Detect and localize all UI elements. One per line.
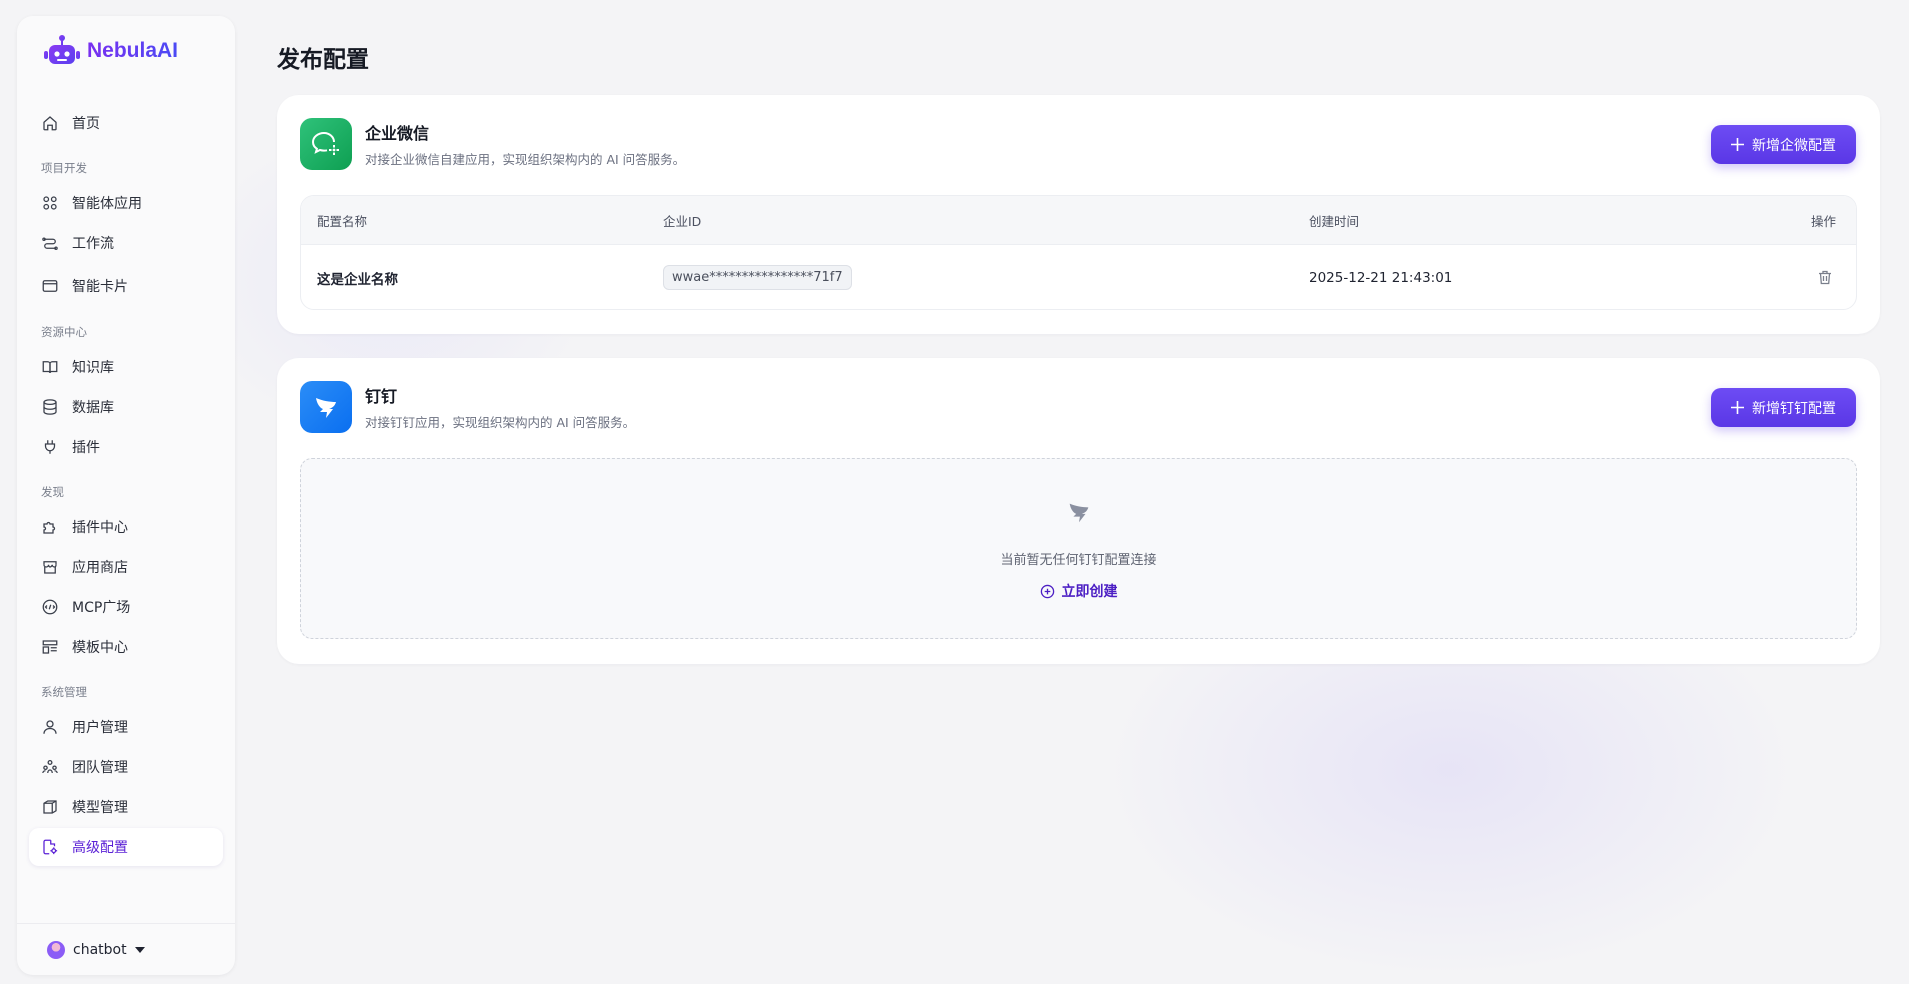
sidebar-item-cards[interactable]: 智能卡片	[29, 267, 223, 305]
dingtalk-logo	[300, 381, 352, 433]
settings-file-icon	[43, 839, 58, 855]
dingtalk-card: 钉钉 对接钉钉应用，实现组织架构内的 AI 问答服务。 新增钉钉配置 当前暂无任…	[277, 358, 1880, 664]
brand-logo[interactable]: NebulaAI	[43, 34, 178, 68]
dingtalk-icon	[316, 398, 336, 418]
sidebar-item-knowledge[interactable]: 知识库	[29, 348, 223, 386]
add-dingtalk-config-label: 新增钉钉配置	[1752, 400, 1836, 417]
section-label-system: 系统管理	[41, 685, 87, 699]
database-icon	[43, 399, 57, 415]
config-name-cell: 这是企业名称	[317, 271, 398, 288]
sidebar-item-home[interactable]: 首页	[29, 104, 223, 142]
team-icon	[42, 759, 58, 774]
sidebar-item-label: MCP广场	[72, 600, 131, 616]
username: chatbot	[73, 941, 127, 958]
wecom-logo	[300, 118, 352, 170]
wecom-title: 企业微信	[365, 124, 430, 143]
sidebar-item-plugin-center[interactable]: 插件中心	[29, 508, 223, 546]
section-label-dev: 项目开发	[41, 161, 87, 175]
sidebar-item-advanced[interactable]: 高级配置	[29, 828, 223, 866]
sidebar-item-agents[interactable]: 智能体应用	[29, 184, 223, 222]
created-time-cell: 2025-12-21 21:43:01	[1309, 269, 1453, 286]
robot-logo-icon	[44, 35, 80, 64]
delete-button[interactable]	[1818, 245, 1832, 309]
column-header-corp-id: 企业ID	[663, 213, 702, 229]
add-wecom-config-button[interactable]: 新增企微配置	[1711, 125, 1856, 164]
sidebar-item-label: 数据库	[72, 400, 114, 416]
dingtalk-description: 对接钉钉应用，实现组织架构内的 AI 问答服务。	[365, 415, 636, 430]
trash-icon	[1819, 270, 1831, 285]
sidebar-item-label: 首页	[72, 116, 100, 132]
sidebar-item-app-store[interactable]: 应用商店	[29, 548, 223, 586]
cube-icon	[43, 800, 57, 814]
create-now-link[interactable]: 立即创建	[1040, 581, 1118, 601]
wecom-config-table: 配置名称 企业ID 创建时间 操作 这是企业名称 wwae***********…	[300, 195, 1857, 310]
sidebar-item-label: 用户管理	[72, 720, 128, 736]
column-header-created: 创建时间	[1309, 213, 1360, 229]
sidebar-item-label: 智能体应用	[72, 196, 142, 212]
wecom-header: 企业微信 对接企业微信自建应用，实现组织架构内的 AI 问答服务。	[300, 118, 685, 170]
plus-icon	[1731, 401, 1744, 414]
user-icon	[43, 720, 57, 734]
table-row: 这是企业名称 wwae****************71f7 2025-12-…	[301, 244, 1856, 309]
sidebar-item-plugins[interactable]: 插件	[29, 428, 223, 466]
add-wecom-config-label: 新增企微配置	[1752, 137, 1836, 154]
workflow-icon	[42, 237, 58, 251]
wecom-icon	[311, 132, 339, 155]
grid-circles-icon	[43, 196, 57, 210]
sidebar-item-users[interactable]: 用户管理	[29, 708, 223, 746]
create-now-label: 立即创建	[1061, 584, 1118, 600]
plug-icon	[44, 440, 56, 454]
dingtalk-placeholder-icon	[1069, 503, 1088, 523]
sidebar: NebulaAI 首页 项目开发 智能体应用 工作流 智能卡片 资源中心 知识库…	[17, 16, 235, 975]
column-header-name: 配置名称	[317, 213, 368, 229]
sidebar-item-label: 插件中心	[72, 520, 128, 536]
avatar	[47, 940, 65, 959]
template-icon	[42, 640, 58, 654]
sidebar-item-models[interactable]: 模型管理	[29, 788, 223, 826]
sidebar-item-label: 模型管理	[72, 800, 128, 816]
dingtalk-empty-state: 当前暂无任何钉钉配置连接 立即创建	[300, 458, 1857, 639]
mcp-icon	[42, 599, 58, 615]
sidebar-item-label: 知识库	[72, 360, 114, 376]
section-label-discover: 发现	[41, 485, 64, 499]
brand-name: NebulaAI	[87, 39, 179, 62]
corp-id-cell: wwae****************71f7	[663, 245, 852, 309]
corp-id-chip: wwae****************71f7	[663, 265, 852, 290]
plus-circle-icon	[1040, 584, 1054, 598]
sidebar-item-teams[interactable]: 团队管理	[29, 748, 223, 786]
home-icon	[43, 116, 57, 131]
wecom-card: 企业微信 对接企业微信自建应用，实现组织架构内的 AI 问答服务。 新增企微配置…	[277, 95, 1880, 334]
table-header: 配置名称 企业ID 创建时间 操作	[301, 196, 1856, 244]
sidebar-item-label: 团队管理	[72, 760, 128, 776]
user-menu[interactable]: chatbot	[17, 923, 235, 975]
book-open-icon	[42, 361, 58, 374]
section-label-resources: 资源中心	[41, 325, 87, 339]
add-dingtalk-config-button[interactable]: 新增钉钉配置	[1711, 388, 1856, 427]
sidebar-item-label: 工作流	[72, 236, 114, 252]
sidebar-item-label: 智能卡片	[72, 279, 128, 295]
card-icon	[42, 280, 58, 292]
wecom-description: 对接企业微信自建应用，实现组织架构内的 AI 问答服务。	[365, 152, 686, 167]
sidebar-item-label: 模板中心	[72, 640, 128, 656]
page-title: 发布配置	[277, 47, 369, 73]
sidebar-item-mcp[interactable]: MCP广场	[29, 588, 223, 626]
sidebar-item-workflow[interactable]: 工作流	[29, 224, 223, 262]
sidebar-item-label: 高级配置	[72, 840, 128, 856]
plus-icon	[1731, 138, 1744, 151]
dingtalk-title: 钉钉	[365, 387, 398, 406]
store-icon	[43, 561, 57, 574]
sidebar-item-templates[interactable]: 模板中心	[29, 628, 223, 666]
empty-state-text: 当前暂无任何钉钉配置连接	[1000, 553, 1157, 568]
dingtalk-header: 钉钉 对接钉钉应用，实现组织架构内的 AI 问答服务。	[300, 381, 635, 433]
sidebar-item-label: 插件	[72, 440, 100, 456]
puzzle-icon	[43, 521, 56, 534]
sidebar-item-label: 应用商店	[72, 560, 128, 576]
caret-down-icon	[134, 946, 145, 953]
sidebar-item-database[interactable]: 数据库	[29, 388, 223, 426]
column-header-actions: 操作	[1810, 213, 1836, 229]
